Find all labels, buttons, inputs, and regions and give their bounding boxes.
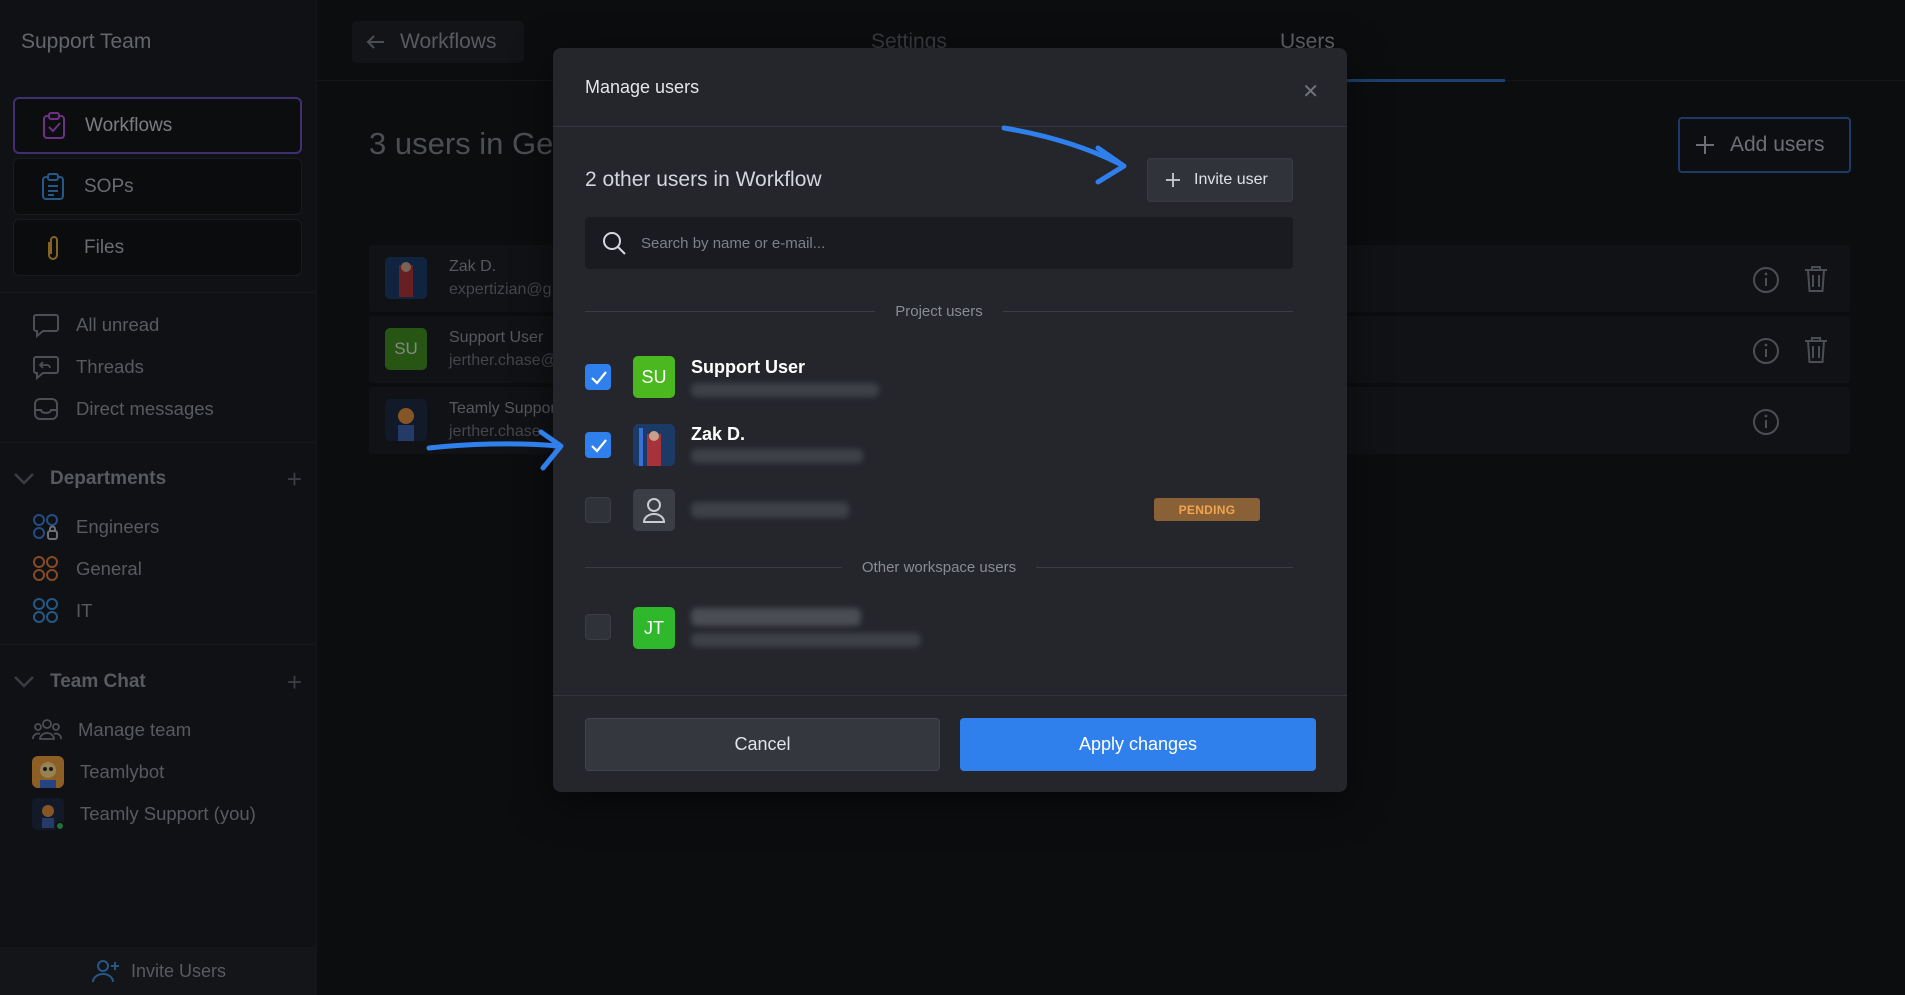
cancel-button[interactable]: Cancel	[585, 718, 940, 771]
redacted-email	[691, 502, 849, 518]
user-checkbox[interactable]	[585, 432, 611, 458]
redacted-email	[691, 383, 879, 397]
project-users-divider: Project users	[585, 303, 1294, 320]
search-icon	[601, 230, 627, 256]
redacted-email	[691, 633, 921, 647]
user-avatar: JT	[633, 607, 675, 649]
user-avatar	[633, 424, 675, 466]
modal-divider	[553, 695, 1347, 696]
user-avatar: SU	[633, 356, 675, 398]
search-box	[585, 217, 1293, 269]
plus-icon	[1164, 171, 1182, 189]
user-name: Zak D.	[691, 424, 746, 444]
invite-user-label: Invite user	[1194, 171, 1268, 188]
user-checkbox[interactable]	[585, 614, 611, 640]
divider-line	[585, 567, 842, 568]
redacted-email	[691, 449, 863, 463]
project-users-label: Project users	[895, 303, 983, 320]
close-icon[interactable]: ✕	[1302, 79, 1319, 104]
redacted-name	[691, 608, 861, 626]
user-checkbox[interactable]	[585, 497, 611, 523]
user-count-label: 2 other users in Workflow	[585, 168, 822, 191]
user-name: Support User	[691, 357, 806, 377]
annotation-arrow-icon	[426, 429, 564, 471]
divider-line	[585, 311, 876, 312]
apply-changes-button[interactable]: Apply changes	[960, 718, 1316, 771]
divider-line	[1002, 311, 1294, 312]
annotation-arrow-icon	[1001, 125, 1127, 185]
user-avatar	[633, 489, 675, 531]
search-input[interactable]	[641, 234, 1241, 252]
other-users-label: Other workspace users	[861, 559, 1017, 576]
manage-users-modal: Manage users ✕ 2 other users in Workflow…	[553, 48, 1347, 792]
modal-divider	[553, 126, 1347, 127]
modal-title: Manage users	[585, 77, 700, 97]
user-checkbox[interactable]	[585, 364, 611, 390]
pending-badge: PENDING	[1154, 498, 1260, 521]
divider-line	[1036, 567, 1294, 568]
other-users-divider: Other workspace users	[585, 559, 1294, 576]
invite-user-button[interactable]: Invite user	[1147, 158, 1293, 202]
